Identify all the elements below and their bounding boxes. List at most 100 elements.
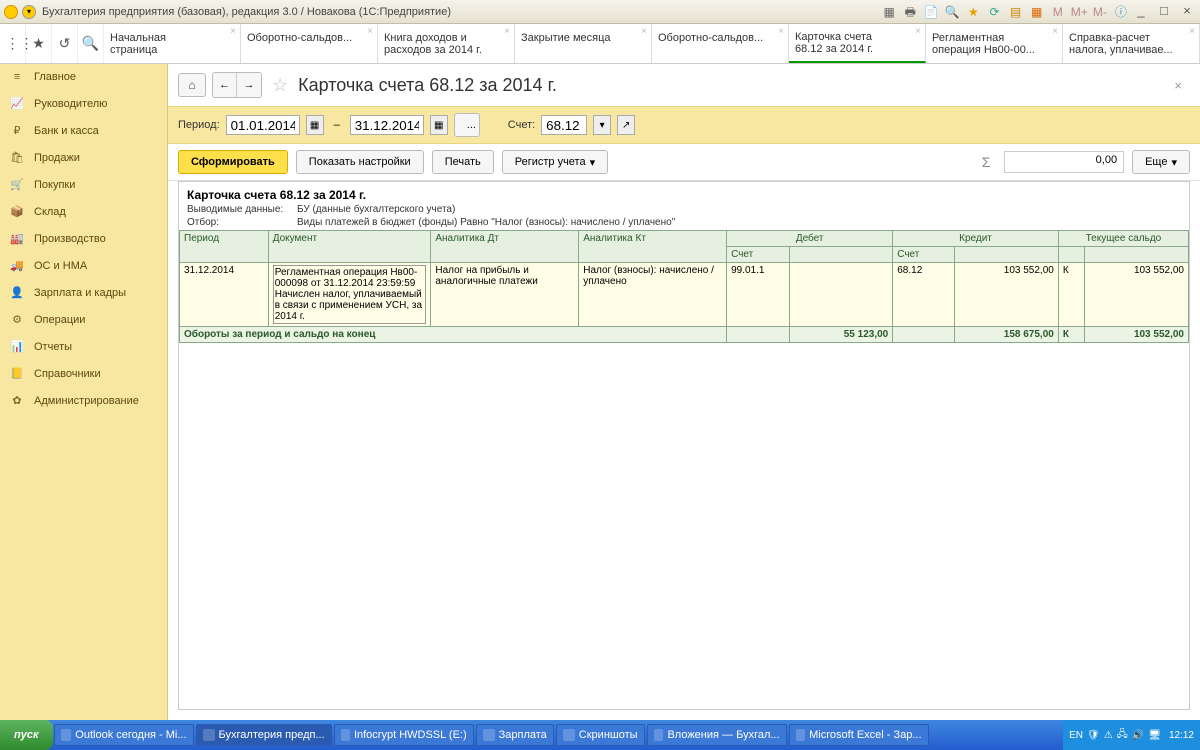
- app-menu-button[interactable]: ▾: [22, 5, 36, 19]
- sidebar-item[interactable]: 🏭Производство: [0, 225, 167, 252]
- print-button[interactable]: Печать: [432, 150, 494, 174]
- sidebar-item-label: Продажи: [34, 152, 80, 164]
- taskbar-item[interactable]: Скриншоты: [556, 724, 645, 746]
- account-input[interactable]: [541, 115, 587, 135]
- sidebar-item[interactable]: ₽Банк и касса: [0, 117, 167, 144]
- tb-m[interactable]: M: [1050, 4, 1066, 20]
- tab[interactable]: Книга доходов ирасходов за 2014 г.×: [378, 24, 515, 63]
- sidebar-item[interactable]: 📦Склад: [0, 198, 167, 225]
- tb-icon[interactable]: 🖶: [902, 4, 918, 20]
- taskbar-item[interactable]: Вложения — Бухгал...: [647, 724, 787, 746]
- table-row[interactable]: 31.12.2014 Регламентная операция Нв00-00…: [180, 263, 1189, 327]
- tb-icon[interactable]: ▤: [1008, 4, 1024, 20]
- tab[interactable]: Закрытие месяца ×: [515, 24, 652, 63]
- date-to-input[interactable]: [350, 115, 424, 135]
- sidebar-item-label: Отчеты: [34, 341, 72, 353]
- tab-close-icon[interactable]: ×: [1052, 26, 1058, 37]
- date-from-input[interactable]: [226, 115, 300, 135]
- date-to-picker-icon[interactable]: ▦: [430, 115, 448, 135]
- sidebar-item-label: Покупки: [34, 179, 75, 191]
- tb-mplus[interactable]: M+: [1071, 4, 1087, 20]
- tb-icon[interactable]: 📄: [923, 4, 939, 20]
- tb-icon[interactable]: ▦: [1029, 4, 1045, 20]
- sidebar-item[interactable]: 👤Зарплата и кадры: [0, 279, 167, 306]
- minimize-button[interactable]: _: [1132, 4, 1150, 20]
- clock[interactable]: 12:12: [1165, 730, 1194, 741]
- tray-icon[interactable]: 🛡: [1087, 730, 1100, 741]
- sidebar-item[interactable]: ✿Администрирование: [0, 387, 167, 414]
- home-button[interactable]: ⌂: [178, 73, 206, 97]
- page-close-button[interactable]: ×: [1174, 78, 1190, 93]
- tb-icon[interactable]: ▦: [881, 4, 897, 20]
- tab-close-icon[interactable]: ×: [641, 26, 647, 37]
- tab-close-icon[interactable]: ×: [504, 26, 510, 37]
- sidebar-item[interactable]: 🛒Покупки: [0, 171, 167, 198]
- nav-back-forward: ← →: [212, 72, 262, 98]
- tab[interactable]: Карточка счета68.12 за 2014 г.×: [789, 24, 926, 63]
- sidebar-item[interactable]: 📈Руководителю: [0, 90, 167, 117]
- forward-button[interactable]: →: [237, 73, 261, 97]
- register-button[interactable]: Регистр учета▾: [502, 150, 608, 174]
- date-from-picker-icon[interactable]: ▦: [306, 115, 324, 135]
- sidebar-item[interactable]: 🛍Продажи: [0, 144, 167, 171]
- tab[interactable]: Оборотно-сальдов... ×: [241, 24, 378, 63]
- sidebar-item[interactable]: 📒Справочники: [0, 360, 167, 387]
- account-dropdown-icon[interactable]: ▾: [593, 115, 611, 135]
- taskbar-item[interactable]: Outlook сегодня - Mi...: [54, 724, 194, 746]
- tb-icon[interactable]: ★: [965, 4, 981, 20]
- tray-icon[interactable]: 🔊: [1132, 730, 1144, 741]
- maximize-button[interactable]: □: [1155, 4, 1173, 20]
- favorite-star-icon[interactable]: ☆: [272, 75, 288, 96]
- system-tray[interactable]: EN 🛡 ⚠ 🖧 🔊 🖥 12:12: [1063, 720, 1200, 750]
- favorite-icon[interactable]: ★: [26, 24, 52, 63]
- tab[interactable]: Начальнаястраница×: [104, 24, 241, 63]
- taskbar-item[interactable]: Бухгалтерия предп...: [196, 724, 332, 746]
- content-area: ⌂ ← → ☆ Карточка счета 68.12 за 2014 г. …: [168, 64, 1200, 720]
- tb-icon[interactable]: ⟳: [987, 4, 1003, 20]
- report-table: Период Документ Аналитика Дт Аналитика К…: [179, 230, 1189, 343]
- apps-grid-icon[interactable]: ⋮⋮⋮: [0, 24, 26, 63]
- taskbar-item[interactable]: Microsoft Excel - Зар...: [789, 724, 929, 746]
- tab-close-icon[interactable]: ×: [1189, 26, 1195, 37]
- taskbar-app-icon: [483, 729, 495, 741]
- show-settings-button[interactable]: Показать настройки: [296, 150, 424, 174]
- tab-close-icon[interactable]: ×: [230, 26, 236, 37]
- sum-display: 0,00: [1004, 151, 1124, 173]
- tb-mminus[interactable]: M-: [1092, 4, 1108, 20]
- period-picker-button[interactable]: ...: [454, 113, 480, 137]
- tab-close-icon[interactable]: ×: [915, 26, 921, 37]
- tray-icon[interactable]: 🖥: [1148, 730, 1161, 741]
- close-button[interactable]: ×: [1178, 4, 1196, 20]
- sidebar-item[interactable]: ≡Главное: [0, 64, 167, 90]
- sidebar-item-label: Руководителю: [34, 98, 107, 110]
- window-title: Бухгалтерия предприятия (базовая), редак…: [42, 6, 451, 18]
- tb-info-icon[interactable]: ⓘ: [1113, 4, 1129, 20]
- tray-icon[interactable]: ⚠: [1104, 730, 1113, 741]
- start-button[interactable]: пуск: [0, 720, 53, 750]
- taskbar-item[interactable]: Зарплата: [476, 724, 554, 746]
- tab-close-icon[interactable]: ×: [367, 26, 373, 37]
- sidebar-item[interactable]: 🚚ОС и НМА: [0, 252, 167, 279]
- sidebar-item[interactable]: 📊Отчеты: [0, 333, 167, 360]
- history-icon[interactable]: ↺: [52, 24, 78, 63]
- tray-icon[interactable]: 🖧: [1117, 727, 1128, 744]
- sidebar-item-label: Банк и касса: [34, 125, 99, 137]
- more-button[interactable]: Еще▾: [1132, 150, 1190, 174]
- tab[interactable]: Регламентнаяоперация Нв00-00...×: [926, 24, 1063, 63]
- tab-close-icon[interactable]: ×: [778, 26, 784, 37]
- language-indicator[interactable]: EN: [1069, 730, 1083, 741]
- sidebar-item[interactable]: ⚙Операции: [0, 306, 167, 333]
- sidebar-icon: 📦: [10, 205, 24, 218]
- tab[interactable]: Справка-расчетналога, уплачивае...×: [1063, 24, 1200, 63]
- sidebar-item-label: Справочники: [34, 368, 101, 380]
- generate-button[interactable]: Сформировать: [178, 150, 288, 174]
- page-title: Карточка счета 68.12 за 2014 г.: [298, 75, 557, 96]
- tb-icon[interactable]: 🔍: [944, 4, 960, 20]
- taskbar-item[interactable]: Infocrypt HWDSSL (E:): [334, 724, 474, 746]
- account-open-icon[interactable]: ↗: [617, 115, 635, 135]
- sum-icon[interactable]: Σ: [976, 154, 996, 170]
- back-button[interactable]: ←: [213, 73, 237, 97]
- sidebar-icon: 👤: [10, 286, 24, 299]
- tab[interactable]: Оборотно-сальдов... ×: [652, 24, 789, 63]
- search-icon[interactable]: 🔍: [78, 24, 104, 63]
